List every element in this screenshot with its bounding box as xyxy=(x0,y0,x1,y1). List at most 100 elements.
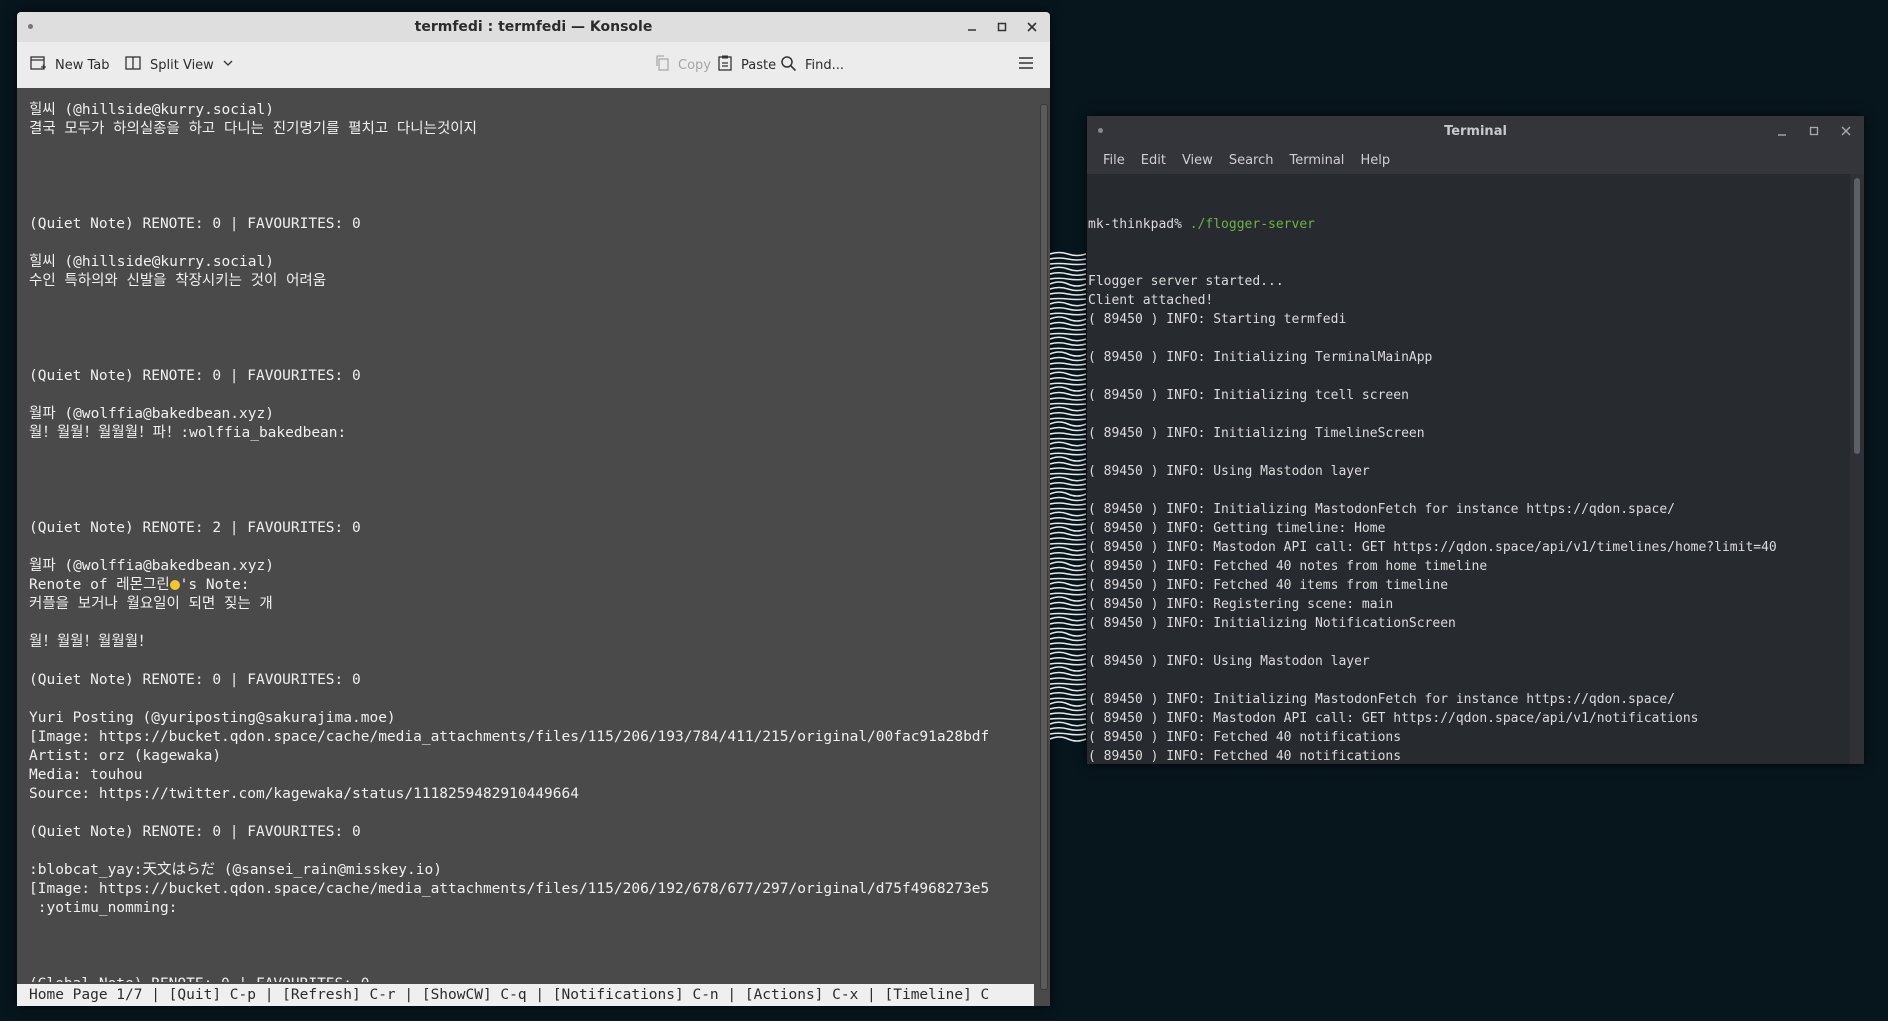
new-tab-icon xyxy=(29,54,47,76)
konsole-line xyxy=(29,481,989,500)
terminal-menubar: File Edit View Search Terminal Help xyxy=(1087,146,1864,174)
copy-button[interactable]: Copy xyxy=(654,51,711,79)
konsole-toolbar: New Tab Split View Copy Paste Find... xyxy=(17,42,1050,89)
log-line: ( 89450 ) INFO: Fetched 40 notes from ho… xyxy=(1088,559,1488,574)
log-line: Client attached! xyxy=(1088,293,1214,308)
konsole-line: Source: https://twitter.com/kagewaka/sta… xyxy=(29,786,579,802)
konsole-line xyxy=(29,234,989,253)
search-icon xyxy=(780,55,797,76)
konsole-line xyxy=(29,386,989,405)
log-line: ( 89450 ) INFO: Initializing Notificatio… xyxy=(1088,616,1456,631)
menu-item-terminal[interactable]: Terminal xyxy=(1281,153,1352,168)
log-line: Flogger server started... xyxy=(1088,274,1284,289)
terminal-scrollbar-thumb[interactable] xyxy=(1854,178,1860,454)
konsole-line xyxy=(29,652,989,671)
log-line: ( 89450 ) INFO: Getting timeline: Home xyxy=(1088,521,1386,536)
konsole-line xyxy=(29,538,989,557)
konsole-line xyxy=(29,842,989,861)
konsole-line: (Quiet Note) RENOTE: 0 | FAVOURITES: 0 xyxy=(29,824,361,840)
konsole-line xyxy=(29,804,989,823)
window-title: Terminal xyxy=(1444,123,1507,139)
konsole-terminal-area[interactable]: 힐씨 (@hillside@kurry.social) 결국 모두가 하의실종을 … xyxy=(17,88,1022,982)
konsole-line xyxy=(29,139,989,158)
menu-item-edit[interactable]: Edit xyxy=(1133,153,1174,168)
maximize-icon[interactable] xyxy=(1802,119,1826,143)
log-line: ( 89450 ) INFO: Mastodon API call: GET h… xyxy=(1088,540,1777,555)
paste-icon xyxy=(717,54,733,76)
hamburger-menu-button[interactable] xyxy=(1017,51,1035,79)
konsole-line xyxy=(29,614,989,633)
menu-item-search[interactable]: Search xyxy=(1221,153,1282,168)
renote-suffix: 's Note: xyxy=(179,577,250,593)
konsole-scrollbar-thumb[interactable] xyxy=(1040,104,1048,990)
termfedi-status-bar: Home Page 1/7 | [Quit] C-p | [Refresh] C… xyxy=(17,984,1034,1006)
konsole-line: [Image: https://bucket.qdon.space/cache/… xyxy=(29,729,990,745)
minimize-icon[interactable] xyxy=(960,15,984,39)
terminal-titlebar[interactable]: Terminal xyxy=(1087,116,1864,146)
copy-label: Copy xyxy=(678,57,711,73)
maximize-icon[interactable] xyxy=(990,15,1014,39)
close-icon[interactable] xyxy=(1834,119,1858,143)
konsole-line: 결국 모두가 하의실종을 하고 다니는 진기명기를 펼치고 다니는것이지 xyxy=(29,121,477,137)
log-line: ( 89450 ) INFO: Initializing TimelineScr… xyxy=(1088,426,1425,441)
konsole-line-text: Renote of 레몬그린 xyxy=(29,577,170,593)
konsole-titlebar[interactable]: termfedi : termfedi — Konsole xyxy=(17,12,1050,42)
konsole-line: 커플을 보거나 월요일이 되면 짖는 개 xyxy=(29,596,273,612)
konsole-line: 월！월월！월월월！ xyxy=(29,634,153,650)
konsole-line xyxy=(29,291,989,310)
find-button[interactable]: Find... xyxy=(780,51,844,79)
konsole-line xyxy=(29,443,989,462)
konsole-line xyxy=(29,918,989,937)
window-edge-artifact xyxy=(1050,251,1087,742)
konsole-line xyxy=(29,956,989,975)
konsole-line xyxy=(29,329,989,348)
konsole-line xyxy=(29,158,989,177)
chevron-down-icon[interactable] xyxy=(222,57,234,73)
konsole-scrollbar[interactable] xyxy=(1022,88,1050,1006)
window-menu-dot[interactable] xyxy=(1098,128,1103,133)
terminal-scrollbar[interactable] xyxy=(1850,174,1864,764)
konsole-line: 힐씨 (@hillside@kurry.social) xyxy=(29,102,274,118)
log-line: ( 89450 ) INFO: Fetched 40 notifications xyxy=(1088,730,1402,745)
window-menu-dot[interactable] xyxy=(28,24,33,29)
log-line: ( 89450 ) INFO: Initializing TerminalMai… xyxy=(1088,350,1433,365)
new-tab-button[interactable]: New Tab xyxy=(29,51,110,79)
log-line: ( 89450 ) INFO: Initializing tcell scree… xyxy=(1088,388,1409,403)
split-view-icon xyxy=(124,54,142,76)
konsole-line: :blobcat_yay:天文はらだ (@sansei_rain@misskey… xyxy=(29,862,442,878)
close-icon[interactable] xyxy=(1020,15,1044,39)
log-line: ( 89450 ) INFO: Fetched 40 notifications xyxy=(1088,749,1402,764)
menu-item-view[interactable]: View xyxy=(1174,153,1221,168)
konsole-window[interactable]: termfedi : termfedi — Konsole New Tab Sp… xyxy=(17,12,1050,1006)
konsole-line: :yotimu_nomming: xyxy=(29,900,178,916)
minimize-icon[interactable] xyxy=(1770,119,1794,143)
menu-item-help[interactable]: Help xyxy=(1352,153,1398,168)
log-line: ( 89450 ) INFO: Using Mastodon layer xyxy=(1088,464,1370,479)
konsole-line: (Quiet Note) RENOTE: 2 | FAVOURITES: 0 xyxy=(29,520,361,536)
terminal-window[interactable]: Terminal File Edit View Search Terminal Help … xyxy=(1087,116,1864,764)
konsole-line: [Image: https://bucket.qdon.space/cache/… xyxy=(29,881,990,897)
terminal-output-area[interactable]: mk-thinkpad% ./flogger-server Flogger se… xyxy=(1087,174,1850,764)
log-line: ( 89450 ) INFO: Starting termfedi xyxy=(1088,312,1347,327)
konsole-line xyxy=(29,310,989,329)
paste-label: Paste xyxy=(741,57,777,73)
log-line: ( 89450 ) INFO: Using Mastodon layer xyxy=(1088,654,1370,669)
menu-item-file[interactable]: File xyxy=(1095,153,1133,168)
paste-button[interactable]: Paste xyxy=(717,51,776,79)
log-line: ( 89450 ) INFO: Fetched 40 items from ti… xyxy=(1088,578,1449,593)
konsole-line xyxy=(29,937,989,956)
konsole-line: (Quiet Note) RENOTE: 0 | FAVOURITES: 0 xyxy=(29,216,361,232)
konsole-line: Renote of 레몬그린 's Note: xyxy=(29,576,989,595)
copy-icon xyxy=(654,54,670,76)
split-view-button[interactable]: Split View xyxy=(124,51,234,79)
hamburger-menu-icon xyxy=(1017,55,1035,75)
window-title: termfedi : termfedi — Konsole xyxy=(414,19,653,35)
konsole-line: 힐씨 (@hillside@kurry.social) xyxy=(29,254,274,270)
konsole-line xyxy=(29,196,989,215)
